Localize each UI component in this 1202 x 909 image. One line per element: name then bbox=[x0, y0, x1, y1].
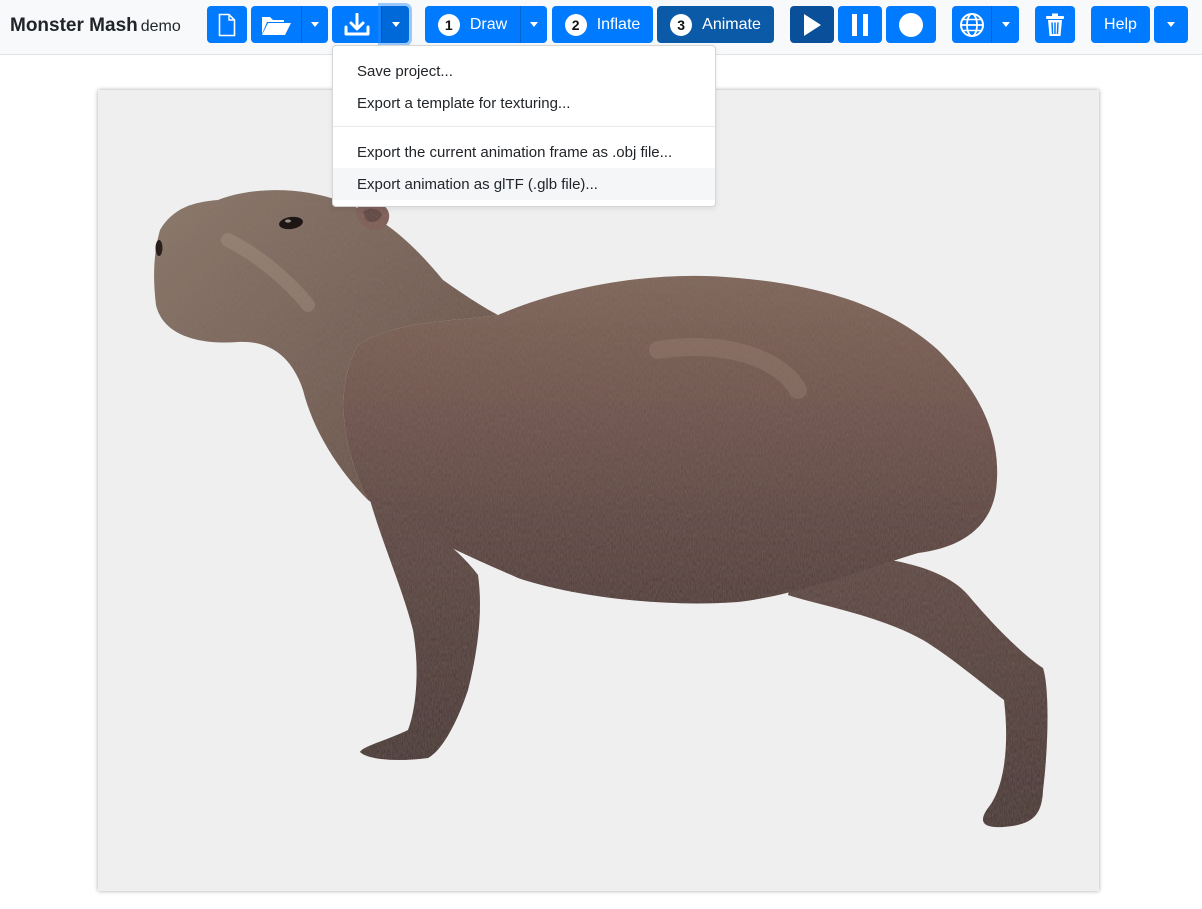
step-number-badge: 1 bbox=[437, 13, 460, 36]
menu-item-export-gltf[interactable]: Export animation as glTF (.glb file)... bbox=[333, 168, 715, 200]
download-icon bbox=[344, 12, 369, 35]
save-button[interactable] bbox=[332, 6, 381, 43]
drawing-canvas[interactable] bbox=[98, 90, 1099, 891]
pause-button[interactable] bbox=[838, 6, 882, 43]
play-icon bbox=[804, 13, 821, 36]
chevron-down-icon bbox=[1001, 22, 1010, 27]
language-button[interactable] bbox=[952, 6, 991, 43]
save-menu-toggle[interactable] bbox=[381, 6, 409, 43]
draw-mode-button[interactable]: 1 Draw bbox=[425, 6, 520, 43]
draw-menu-toggle[interactable] bbox=[520, 6, 547, 43]
app-title: Monster Mash bbox=[10, 15, 138, 36]
menu-divider bbox=[333, 126, 715, 127]
help-button[interactable]: Help bbox=[1091, 6, 1150, 43]
new-document-icon bbox=[218, 13, 236, 36]
open-menu-toggle[interactable] bbox=[301, 6, 328, 43]
chevron-down-icon bbox=[311, 22, 319, 27]
chevron-down-icon bbox=[391, 22, 400, 27]
folder-open-icon bbox=[262, 16, 291, 35]
new-project-button[interactable] bbox=[207, 6, 247, 43]
app-subtitle: demo bbox=[140, 18, 181, 35]
app-brand: Monster Mash demo bbox=[10, 15, 181, 37]
globe-icon bbox=[959, 12, 984, 37]
inflate-mode-label: Inflate bbox=[596, 15, 641, 33]
menu-item-export-template[interactable]: Export a template for texturing... bbox=[333, 87, 715, 119]
capybara-model bbox=[154, 190, 1048, 828]
draw-mode-label: Draw bbox=[469, 15, 508, 33]
menu-item-export-obj[interactable]: Export the current animation frame as .o… bbox=[333, 136, 715, 168]
trash-icon bbox=[1046, 13, 1064, 36]
step-number-badge: 3 bbox=[670, 13, 693, 36]
open-project-button[interactable] bbox=[251, 6, 301, 43]
animate-mode-button[interactable]: 3 Animate bbox=[657, 6, 774, 43]
chevron-down-icon bbox=[530, 22, 538, 27]
chevron-down-icon bbox=[1167, 22, 1175, 27]
inflate-mode-button[interactable]: 2 Inflate bbox=[552, 6, 653, 43]
step-number-badge: 2 bbox=[564, 13, 587, 36]
help-label: Help bbox=[1104, 15, 1137, 33]
animate-mode-label: Animate bbox=[702, 15, 761, 33]
record-icon bbox=[899, 12, 923, 37]
language-menu-toggle[interactable] bbox=[991, 6, 1019, 43]
help-menu-toggle[interactable] bbox=[1154, 6, 1188, 43]
record-button[interactable] bbox=[886, 6, 936, 43]
pause-icon bbox=[852, 13, 868, 36]
play-button[interactable] bbox=[790, 6, 834, 43]
menu-item-save-project[interactable]: Save project... bbox=[333, 55, 715, 87]
save-export-menu: Save project... Export a template for te… bbox=[332, 45, 716, 207]
delete-button[interactable] bbox=[1035, 6, 1075, 43]
